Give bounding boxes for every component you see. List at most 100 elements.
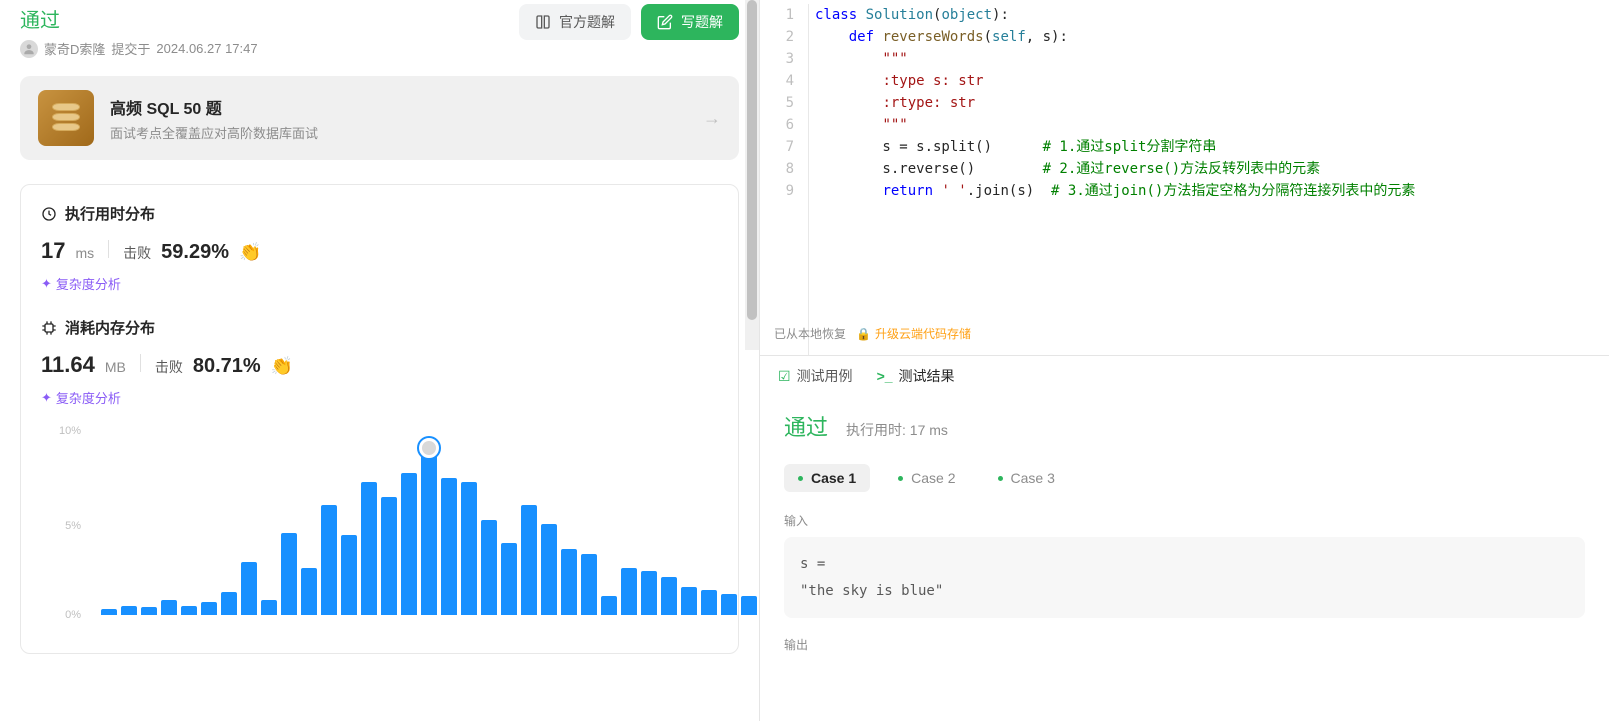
restore-message: 已从本地恢复 [774,323,846,345]
code-line[interactable]: s.reverse() # 2.通过reverse()方法反转列表中的元素 [815,158,1609,180]
chart-bar[interactable] [361,482,377,615]
input-box[interactable]: s = "the sky is blue" [784,537,1585,618]
output-label: 输出 [784,636,1585,653]
line-number: 4 [760,70,794,92]
runtime-unit: ms [75,245,94,261]
code-editor[interactable]: 123456789 class Solution(object): def re… [760,0,1609,355]
chart-bar[interactable] [661,577,677,615]
user-marker [417,436,441,460]
scrollbar-thumb[interactable] [747,0,757,320]
case-tab-2[interactable]: Case 2 [884,464,969,492]
chart-bar[interactable] [261,600,277,615]
chart-bar[interactable] [301,568,317,616]
input-label: 输入 [784,512,1585,529]
memory-complexity-link[interactable]: ✦ 复杂度分析 [41,388,121,407]
chart-bar[interactable] [721,594,737,615]
sparkle-icon: ✦ [41,276,52,292]
author-name[interactable]: 蒙奇D索隆 [44,39,105,58]
check-square-icon: ☑ [778,368,791,385]
line-number: 6 [760,114,794,136]
line-number: 2 [760,26,794,48]
clap-icon: 👏 [271,356,293,377]
code-line[interactable]: :rtype: str [815,92,1609,114]
promo-card[interactable]: 高频 SQL 50 题 面试考点全覆盖应对高阶数据库面试 → [20,76,739,160]
terminal-icon: >_ [877,368,893,384]
code-line[interactable]: return ' '.join(s) # 3.通过join()方法指定空格为分隔… [815,180,1609,202]
tab-result[interactable]: >_ 测试结果 [877,366,955,386]
chart-bar[interactable] [681,587,697,616]
submitted-prefix: 提交于 [111,39,150,58]
runtime-complexity-link[interactable]: ✦ 复杂度分析 [41,274,121,293]
chart-bar[interactable] [121,606,137,616]
chart-bar[interactable] [521,505,537,615]
chart-bar[interactable] [341,535,357,615]
chart-bar[interactable] [541,524,557,615]
line-number: 5 [760,92,794,114]
chart-bar[interactable] [741,596,757,615]
chart-bar[interactable] [161,600,177,615]
line-number: 7 [760,136,794,158]
chart-bar[interactable] [181,606,197,616]
case-tab-1[interactable]: Case 1 [784,464,870,492]
chart-bar[interactable] [561,549,577,616]
code-line[interactable]: :type s: str [815,70,1609,92]
memory-distribution-chart[interactable]: 10% 5% 0% [41,425,718,635]
y-tick: 0% [65,609,81,621]
runtime-value: 17 [41,238,65,264]
code-line[interactable]: class Solution(object): [815,4,1609,26]
write-solution-button[interactable]: 写题解 [641,4,739,40]
chart-bar[interactable] [241,562,257,615]
promo-title: 高频 SQL 50 题 [110,95,687,119]
y-tick: 5% [65,520,81,532]
chart-bar[interactable] [501,543,517,615]
chart-bar[interactable] [281,533,297,615]
status-dot-icon [798,476,803,481]
clap-icon: 👏 [239,242,261,263]
chart-bar[interactable] [701,590,717,615]
code-line[interactable]: """ [815,48,1609,70]
submission-status: 通过 [20,4,258,33]
sparkle-icon: ✦ [41,390,52,406]
memory-unit: MB [105,359,126,375]
chart-bar[interactable] [441,478,457,615]
memory-section-title: 消耗内存分布 [65,317,155,338]
status-dot-icon [998,476,1003,481]
chart-bar[interactable] [621,568,637,616]
chart-bar[interactable] [421,448,437,615]
upgrade-cloud-link[interactable]: 🔒 升级云端代码存储 [856,323,971,345]
official-solution-button[interactable]: 官方题解 [519,4,631,40]
promo-subtitle: 面试考点全覆盖应对高阶数据库面试 [110,123,687,142]
chart-bar[interactable] [381,497,397,615]
chart-bar[interactable] [601,596,617,615]
line-number: 8 [760,158,794,180]
chart-bar[interactable] [141,607,157,615]
chart-bar[interactable] [641,571,657,615]
code-line[interactable]: def reverseWords(self, s): [815,26,1609,48]
chart-bar[interactable] [101,609,117,615]
chart-bar[interactable] [221,592,237,615]
chart-bar[interactable] [481,520,497,615]
chip-icon [41,320,57,336]
runtime-section-title: 执行用时分布 [65,203,155,224]
code-line[interactable]: """ [815,114,1609,136]
database-icon [38,90,94,146]
code-line[interactable]: s = s.split() # 1.通过split分割字符串 [815,136,1609,158]
result-runtime: 执行用时: 17 ms [846,420,948,440]
tab-testcase[interactable]: ☑ 测试用例 [778,366,853,386]
line-number: 9 [760,180,794,202]
chart-bar[interactable] [321,505,337,615]
y-tick: 10% [59,425,81,437]
clock-icon [41,206,57,222]
chart-bar[interactable] [581,554,597,615]
line-number: 3 [760,48,794,70]
memory-beat-pct: 80.71% [193,355,261,378]
book-icon [535,14,551,30]
chart-bar[interactable] [201,602,217,615]
stats-card: 执行用时分布 17 ms 击败 59.29% 👏 ✦ 复杂度分析 消耗内存分布 [20,184,739,654]
case-tab-3[interactable]: Case 3 [984,464,1069,492]
chart-bar[interactable] [461,482,477,615]
chevron-right-icon: → [703,108,721,129]
avatar-icon [20,40,38,58]
chart-bar[interactable] [401,473,417,616]
memory-value: 11.64 [41,352,95,378]
